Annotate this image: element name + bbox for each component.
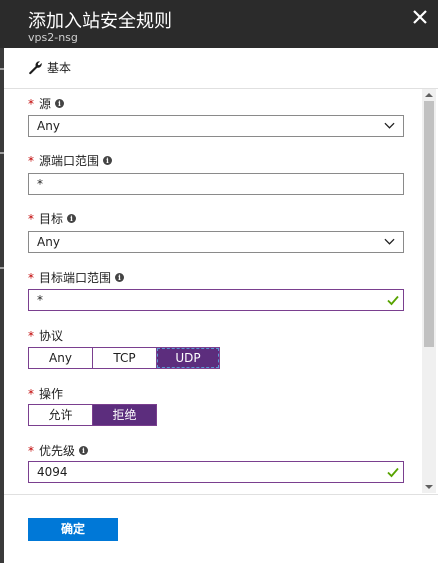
action-toggle: 允许 拒绝 xyxy=(28,404,157,426)
destination-label: 目标 xyxy=(39,212,64,226)
priority-label: 优先级 xyxy=(39,444,76,458)
priority-label-row: * 优先级 i xyxy=(28,442,89,459)
page-subtitle: vps2-nsg xyxy=(28,31,78,44)
source-select[interactable]: Any xyxy=(28,115,404,137)
info-icon[interactable]: i xyxy=(55,99,65,108)
vertical-scrollbar[interactable] xyxy=(422,89,436,493)
protocol-toggle: Any TCP UDP xyxy=(28,347,220,369)
checkmark-icon xyxy=(387,467,399,478)
wrench-icon xyxy=(29,61,42,75)
destination-select[interactable]: Any xyxy=(28,231,404,253)
scrollbar-thumb[interactable] xyxy=(424,101,434,347)
chevron-down-icon xyxy=(384,122,395,129)
required-marker: * xyxy=(28,153,34,168)
priority-value: 4094 xyxy=(37,465,68,479)
basic-tab[interactable]: 基本 xyxy=(28,59,71,76)
info-icon[interactable]: i xyxy=(115,273,125,282)
blade-header: 添加入站安全规则 vps2-nsg xyxy=(0,0,438,48)
checkmark-icon xyxy=(387,295,399,306)
protocol-option-tcp[interactable]: TCP xyxy=(92,347,157,369)
required-marker: * xyxy=(28,328,34,343)
source-label: 源 xyxy=(39,97,52,111)
required-marker: * xyxy=(28,443,34,458)
required-marker: * xyxy=(28,96,34,111)
basic-tab-label: 基本 xyxy=(47,61,72,75)
source-label-row: * 源 i xyxy=(28,95,65,112)
required-marker: * xyxy=(28,270,34,285)
blade-footer: 确定 xyxy=(4,494,438,564)
info-icon[interactable]: i xyxy=(103,156,113,165)
protocol-label: 协议 xyxy=(39,329,64,343)
destination-port-label: 目标端口范围 xyxy=(39,271,112,285)
toolbar: 基本 xyxy=(4,48,438,89)
destination-port-value: * xyxy=(37,293,43,307)
protocol-option-any[interactable]: Any xyxy=(28,347,93,369)
required-marker: * xyxy=(28,386,34,401)
ok-button[interactable]: 确定 xyxy=(28,518,118,541)
source-port-input[interactable]: * xyxy=(28,173,404,195)
page-title: 添加入站安全规则 xyxy=(28,11,172,32)
protocol-option-udp[interactable]: UDP xyxy=(156,347,220,369)
priority-input[interactable]: 4094 xyxy=(28,461,404,483)
source-port-label: 源端口范围 xyxy=(39,154,100,168)
rule-form: * 源 i Any * 源端口范围 i * * 目标 i Any * 目标端口范… xyxy=(4,89,422,493)
required-marker: * xyxy=(28,211,34,226)
close-icon[interactable] xyxy=(412,9,428,25)
destination-label-row: * 目标 i xyxy=(28,210,77,227)
action-option-deny[interactable]: 拒绝 xyxy=(92,404,157,426)
source-port-value: * xyxy=(37,177,43,191)
info-icon[interactable]: i xyxy=(79,446,89,455)
scroll-down-arrow-icon[interactable] xyxy=(425,483,433,491)
protocol-label-row: * 协议 xyxy=(28,327,63,344)
destination-port-label-row: * 目标端口范围 i xyxy=(28,269,125,286)
source-value: Any xyxy=(37,119,60,133)
destination-port-input[interactable]: * xyxy=(28,289,404,311)
chevron-down-icon xyxy=(384,238,395,245)
source-port-label-row: * 源端口范围 i xyxy=(28,152,113,169)
action-option-allow[interactable]: 允许 xyxy=(28,404,93,426)
scroll-up-arrow-icon[interactable] xyxy=(425,91,433,99)
action-label-row: * 操作 xyxy=(28,385,63,402)
info-icon[interactable]: i xyxy=(67,214,77,223)
destination-value: Any xyxy=(37,235,60,249)
action-label: 操作 xyxy=(39,387,64,401)
